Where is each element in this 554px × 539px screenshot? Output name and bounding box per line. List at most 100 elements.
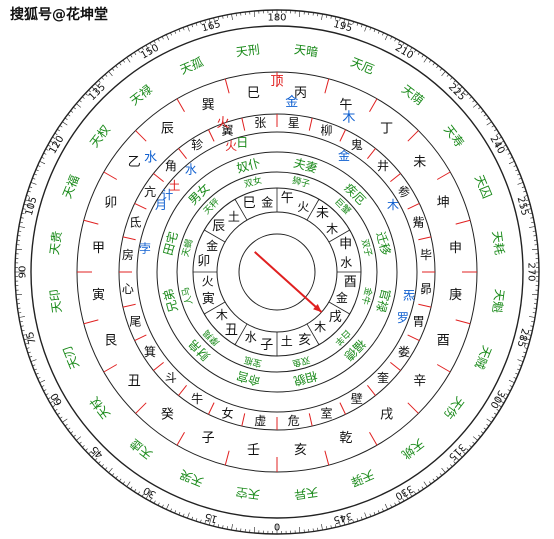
mansion-label: 柳 (321, 123, 333, 137)
degree-tick (491, 416, 495, 419)
mansion-divider (241, 413, 246, 427)
palace-name: 夫妻 (292, 156, 319, 176)
element-label: 金 (206, 238, 218, 253)
branch-label: 巳 (243, 196, 256, 211)
degree-label: 0 (274, 521, 280, 532)
stem-divider (369, 431, 378, 446)
degree-tick (384, 503, 388, 510)
degree-tick (134, 489, 137, 492)
degree-tick (108, 467, 113, 473)
stem-branch-label: 甲 (92, 241, 105, 256)
mansion-label: 牛 (191, 391, 203, 406)
degree-label: 135 (87, 82, 108, 103)
mansion-divider (178, 148, 187, 159)
palace-name: 奴仆 (235, 156, 262, 176)
degree-tick (517, 359, 524, 362)
degree-tick (439, 68, 443, 71)
degree-tick (98, 461, 101, 464)
branch-label: 子 (260, 338, 273, 353)
degree-label: 330 (393, 482, 415, 501)
degree-tick (62, 121, 68, 126)
top-marker-label: 顶 (270, 75, 283, 90)
degree-tick (494, 412, 497, 415)
branch-label: 卯 (197, 254, 210, 269)
outer-star-label: 天寿 (441, 122, 467, 150)
mansion-label: 室 (321, 406, 333, 421)
element-label: 金 (336, 290, 348, 305)
degree-tick (122, 481, 126, 485)
element-label: 土 (281, 334, 293, 348)
stem-branch-label: 申 (449, 241, 462, 256)
degree-tick (531, 294, 539, 296)
sign-name: 双鱼 (291, 354, 312, 370)
stem-branch-label: 寅 (92, 287, 105, 303)
degree-tick (122, 59, 126, 63)
outer-star-label: 天囚 (472, 173, 494, 201)
degree-tick (450, 77, 453, 80)
mansion-label: 斗 (165, 371, 177, 385)
degree-tick (54, 408, 58, 412)
stem-branch-label: 丁 (380, 122, 393, 137)
stem-divider (324, 450, 330, 466)
outer-star-label: 天耗 (490, 230, 507, 256)
degree-tick (64, 117, 68, 121)
degree-tick (483, 427, 487, 430)
mansion-divider (207, 129, 215, 142)
degree-tick (119, 62, 122, 66)
degree-label: 90 (18, 266, 29, 279)
water-marker: 水 (144, 151, 157, 166)
degree-tick (529, 316, 536, 318)
degree-label: 315 (446, 441, 467, 462)
degree-tick (364, 512, 367, 519)
stem-branch-label: 乙 (128, 155, 141, 170)
mansion-divider (207, 402, 215, 415)
outer-star-label: 天暗 (293, 41, 319, 59)
mansion-divider (407, 202, 420, 210)
planet-marker: 日 (236, 136, 248, 150)
degree-tick (79, 441, 82, 445)
stem-branch-label: 丑 (128, 374, 141, 389)
degree-tick (111, 68, 115, 71)
fire-marker: 火 (216, 116, 229, 131)
degree-label: 240 (487, 134, 506, 156)
degree-tick (15, 248, 23, 250)
degree-tick (115, 65, 118, 69)
element-label: 木 (216, 308, 228, 322)
astrolabe-chart: 0153045607590105120135150165180195210225… (14, 9, 540, 535)
planet-marker: 炁 (403, 288, 415, 302)
mansion-label: 房 (122, 247, 134, 262)
mansion-divider (407, 334, 420, 342)
degree-tick (115, 475, 118, 479)
stem-divider (176, 98, 185, 113)
stem-divider (83, 219, 99, 225)
mansion-label: 毕 (420, 248, 432, 262)
outer-star-label: 天荫 (399, 82, 427, 108)
degree-tick (231, 524, 233, 531)
degree-tick (126, 481, 131, 487)
mansion-divider (241, 117, 246, 131)
stem-divider (224, 78, 230, 94)
branch-label: 亥 (298, 333, 311, 348)
degree-tick (478, 106, 481, 110)
degree-tick (166, 34, 170, 41)
element-label: 水 (245, 330, 257, 344)
degree-tick (130, 486, 133, 490)
planet-marker: 木 (387, 198, 399, 212)
degree-tick (253, 526, 255, 534)
wood-marker: 木 (342, 110, 355, 125)
stem-divider (83, 319, 99, 325)
degree-tick (73, 434, 76, 438)
sign-name: 金牛 (359, 286, 375, 307)
mansion-divider (122, 303, 136, 308)
palace-name: 迁移 (373, 230, 393, 257)
degree-tick (517, 182, 524, 185)
metal-marker: 金 (285, 94, 298, 110)
mansion-label: 觜 (413, 215, 425, 229)
stem-branch-label: 癸 (161, 407, 174, 422)
outer-star-label: 天刑 (235, 42, 261, 59)
degree-tick (39, 379, 46, 383)
degree-tick (70, 431, 74, 434)
degree-tick (126, 57, 131, 63)
outer-star-label: 天厄 (349, 55, 377, 77)
degree-label: 165 (201, 19, 222, 35)
